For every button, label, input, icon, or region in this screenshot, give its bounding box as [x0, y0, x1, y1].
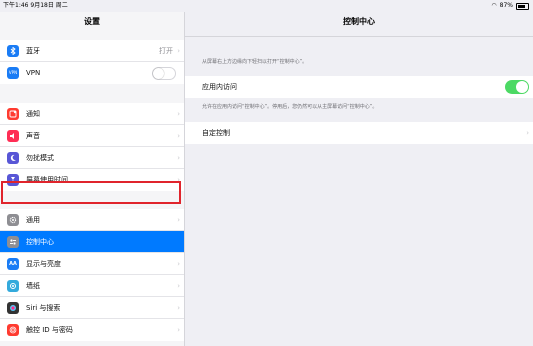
sidebar-item-label: 勿扰模式 [26, 153, 54, 162]
chevron-right-icon: › [177, 215, 180, 224]
siri-icon [7, 301, 19, 314]
settings-sidebar: 设置 蓝牙 打开 › VPN VPN 通知 › 声音 › 勿扰模式 › 屏幕使用… [0, 12, 185, 346]
chevron-right-icon: › [177, 281, 180, 290]
customize-controls-card: 自定控制 › [185, 122, 533, 144]
sidebar-item-do-not-disturb[interactable]: 勿扰模式 › [0, 147, 184, 169]
swipe-hint: 从屏幕右上方边缘向下轻扫以打开“控制中心”。 [202, 59, 308, 65]
header-divider [185, 36, 533, 37]
chevron-right-icon: › [177, 259, 180, 268]
sounds-icon [7, 129, 19, 142]
gear-icon [7, 213, 19, 226]
battery-icon [516, 2, 529, 10]
sidebar-item-bluetooth[interactable]: 蓝牙 打开 › [0, 40, 184, 62]
access-within-apps-card: 应用内访问 [185, 76, 533, 98]
sidebar-group-notifications: 通知 › 声音 › 勿扰模式 › 屏幕使用时间 › [0, 103, 184, 191]
sidebar-item-siri-search[interactable]: Siri 与搜索 › [0, 297, 184, 319]
vpn-icon: VPN [7, 67, 19, 79]
wifi-icon: ◠ [491, 2, 497, 9]
sidebar-item-label: 蓝牙 [26, 46, 40, 55]
sidebar-item-label: 声音 [26, 131, 40, 140]
sidebar-item-label: VPN [26, 69, 41, 77]
display-icon: AA [7, 257, 19, 270]
chevron-right-icon: › [177, 46, 180, 55]
status-date: 9月18日 周二 [30, 2, 68, 9]
fingerprint-icon [7, 324, 19, 336]
moon-icon [7, 151, 19, 164]
sidebar-item-touch-id[interactable]: 触控 ID 与密码 › [0, 319, 184, 341]
sidebar-item-label: Siri 与搜索 [26, 303, 61, 312]
sidebar-item-vpn[interactable]: VPN VPN [0, 62, 184, 84]
screen-time-annotation-box [1, 181, 181, 204]
sidebar-item-wallpaper[interactable]: 墙纸 › [0, 275, 184, 297]
sidebar-item-sounds[interactable]: 声音 › [0, 125, 184, 147]
sidebar-item-label: 触控 ID 与密码 [26, 326, 73, 334]
chevron-right-icon: › [177, 326, 180, 334]
chevron-right-icon: › [177, 109, 180, 118]
wallpaper-icon [7, 279, 19, 292]
sidebar-item-label: 显示与亮度 [26, 259, 61, 268]
sidebar-item-display-brightness[interactable]: AA 显示与亮度 › [0, 253, 184, 275]
bluetooth-status: 打开 [159, 46, 173, 55]
status-time-date: 下午1:46 9月18日 周二 [3, 0, 68, 12]
sidebar-item-general[interactable]: 通用 › [0, 209, 184, 231]
sidebar-item-label: 墙纸 [26, 281, 40, 290]
sidebar-title: 设置 [84, 17, 100, 26]
battery-percent: 87% [499, 2, 513, 9]
control-center-panel: 控制中心 从屏幕右上方边缘向下轻扫以打开“控制中心”。 应用内访问 允许在应用内… [185, 12, 533, 346]
access-within-apps-row: 应用内访问 [185, 76, 533, 98]
vpn-toggle[interactable] [152, 66, 176, 80]
control-center-icon [7, 235, 19, 248]
sidebar-item-label: 通知 [26, 109, 40, 118]
access-hint: 允许在应用内访问“控制中心”。停用后，您仍然可以从主屏幕访问“控制中心”。 [202, 104, 378, 110]
chevron-right-icon: › [177, 153, 180, 162]
chevron-right-icon: › [526, 129, 529, 137]
sidebar-item-label: 通用 [26, 215, 40, 224]
access-within-apps-label: 应用内访问 [202, 83, 237, 91]
customize-controls-label: 自定控制 [202, 129, 230, 137]
bluetooth-icon [7, 44, 19, 57]
chevron-right-icon: › [177, 131, 180, 140]
status-right: ◠ 87% [491, 0, 529, 12]
status-time: 下午1:46 [3, 2, 29, 9]
access-within-apps-toggle[interactable] [505, 80, 529, 94]
sidebar-item-notifications[interactable]: 通知 › [0, 103, 184, 125]
sidebar-group-general: 通用 › 控制中心 AA 显示与亮度 › 墙纸 › Siri 与搜索 › 触控 … [0, 209, 184, 341]
customize-controls-row[interactable]: 自定控制 › [185, 122, 533, 144]
sidebar-item-control-center[interactable]: 控制中心 [0, 231, 184, 253]
sidebar-group-connectivity: 蓝牙 打开 › VPN VPN [0, 40, 184, 84]
notifications-icon [7, 107, 19, 120]
chevron-right-icon: › [177, 303, 180, 312]
page-title: 控制中心 [343, 17, 375, 26]
status-bar: 下午1:46 9月18日 周二 ◠ 87% [0, 0, 533, 12]
sidebar-item-label: 控制中心 [26, 237, 54, 246]
